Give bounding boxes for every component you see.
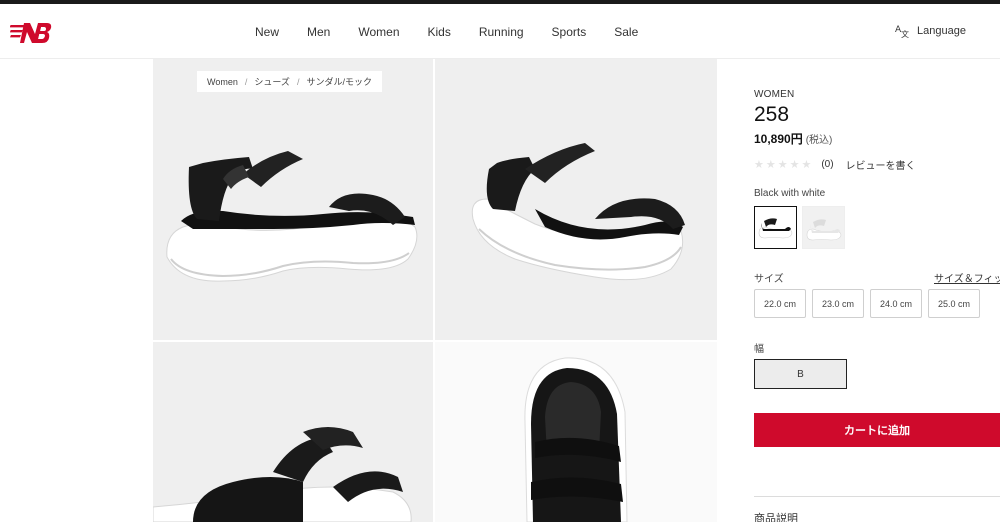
tax-note: (税込) bbox=[805, 135, 833, 146]
section-divider bbox=[754, 496, 1000, 497]
size-label: サイズ bbox=[754, 274, 784, 285]
sandal-side-image bbox=[166, 151, 418, 282]
write-review-link[interactable]: レビューを書く bbox=[846, 157, 916, 172]
svg-text:文: 文 bbox=[901, 29, 909, 38]
main-nav: New Men Women Kids Running Sports Sale bbox=[255, 4, 666, 59]
product-image-closeup[interactable] bbox=[153, 342, 433, 522]
nav-men[interactable]: Men bbox=[307, 25, 330, 39]
size-options: 22.0 cm 23.0 cm 24.0 cm 25.0 cm bbox=[754, 289, 986, 318]
breadcrumb-separator: / bbox=[244, 76, 248, 87]
color-swatch-white[interactable] bbox=[802, 206, 845, 249]
width-label: 幅 bbox=[754, 344, 764, 355]
color-swatch-black[interactable] bbox=[754, 206, 797, 249]
language-selector[interactable]: A 文 Language bbox=[895, 24, 966, 38]
breadcrumb-women[interactable]: Women bbox=[207, 77, 238, 87]
rating-stars-icon: ★★★★★ bbox=[754, 159, 814, 171]
swatch-black-sandal-icon bbox=[758, 218, 793, 239]
breadcrumb: Women / シューズ / サンダル/モック bbox=[197, 71, 382, 92]
review-count: (0) bbox=[821, 159, 834, 170]
product-image-top[interactable] bbox=[435, 342, 717, 522]
breadcrumb-shoes[interactable]: シューズ bbox=[254, 75, 290, 88]
translate-icon: A 文 bbox=[895, 25, 909, 38]
nav-sale[interactable]: Sale bbox=[614, 25, 638, 39]
add-to-cart-button[interactable]: カートに追加 bbox=[754, 413, 1000, 447]
site-header: New Men Women Kids Running Sports Sale A… bbox=[0, 4, 1000, 59]
nav-sports[interactable]: Sports bbox=[552, 25, 587, 39]
nav-women[interactable]: Women bbox=[358, 25, 399, 39]
nav-kids[interactable]: Kids bbox=[428, 25, 451, 39]
size-option-22[interactable]: 22.0 cm bbox=[754, 289, 806, 318]
size-option-24[interactable]: 24.0 cm bbox=[870, 289, 922, 318]
breadcrumb-sandals[interactable]: サンダル/モック bbox=[306, 75, 372, 88]
product-image-side[interactable]: Women / シューズ / サンダル/モック bbox=[153, 59, 433, 340]
sandal-closeup-image bbox=[153, 427, 412, 522]
nav-running[interactable]: Running bbox=[479, 25, 524, 39]
size-option-25[interactable]: 25.0 cm bbox=[928, 289, 980, 318]
size-option-23[interactable]: 23.0 cm bbox=[812, 289, 864, 318]
product-price: 10,890円 bbox=[754, 132, 803, 146]
breadcrumb-separator: / bbox=[296, 76, 300, 87]
brand-logo[interactable] bbox=[10, 21, 52, 45]
product-name: 258 bbox=[754, 103, 790, 126]
size-guide-link[interactable]: サイズ＆フィッ bbox=[934, 270, 1000, 285]
nav-new[interactable]: New bbox=[255, 25, 279, 39]
rating-row: ★★★★★ (0) レビューを書く bbox=[754, 157, 916, 172]
description-heading[interactable]: 商品説明 bbox=[754, 510, 798, 522]
language-label: Language bbox=[917, 25, 966, 37]
product-category: WOMEN bbox=[754, 89, 795, 100]
sandal-top-image bbox=[524, 357, 628, 522]
price-row: 10,890円 (税込) bbox=[754, 130, 832, 147]
sandal-angle-image bbox=[471, 143, 685, 281]
selected-color-name: Black with white bbox=[754, 188, 826, 199]
swatch-white-sandal-icon bbox=[806, 219, 842, 241]
product-gallery: Women / シューズ / サンダル/モック bbox=[153, 59, 717, 522]
width-option-b[interactable]: B bbox=[754, 359, 847, 389]
product-image-angle[interactable] bbox=[435, 59, 717, 340]
